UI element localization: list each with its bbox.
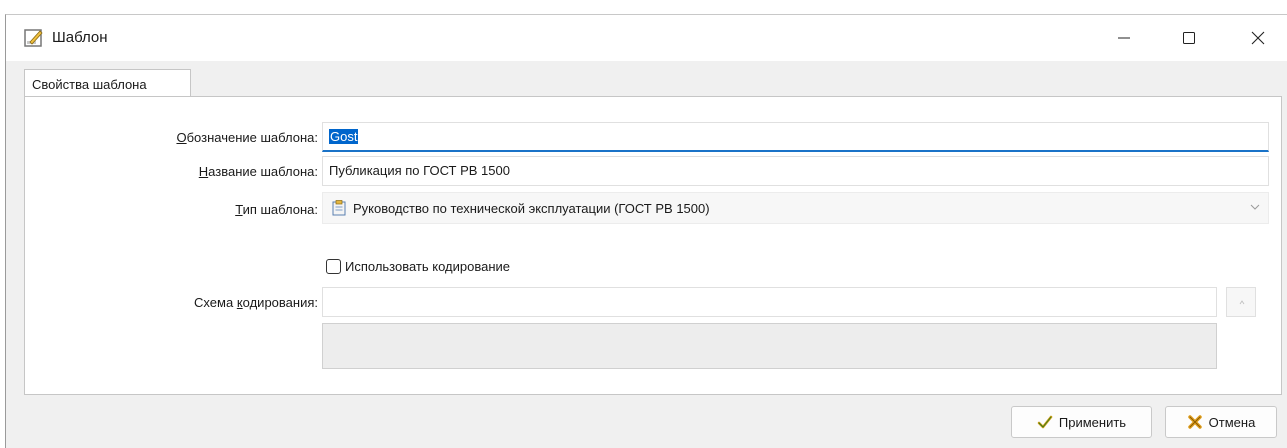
cancel-button[interactable]: Отмена	[1165, 406, 1277, 438]
properties-panel: Обозначение шаблона: Gost Название шабло…	[24, 96, 1282, 395]
apply-button[interactable]: Применить	[1011, 406, 1152, 438]
dialog-window: Шаблон Свойства шаблона Обозначение шабл…	[5, 14, 1287, 448]
background-strip	[0, 0, 1287, 14]
window-title: Шаблон	[52, 29, 108, 46]
close-icon	[1251, 31, 1265, 45]
name-input[interactable]: Публикация по ГОСТ РВ 1500	[322, 156, 1269, 186]
use-coding-checkbox[interactable]	[326, 259, 341, 274]
document-type-icon	[332, 200, 346, 216]
coding-scheme-browse-button[interactable]	[1226, 287, 1256, 317]
designation-input[interactable]: Gost	[322, 122, 1269, 152]
coding-scheme-preview	[322, 323, 1217, 369]
use-coding-label[interactable]: Использовать кодирование	[345, 259, 510, 274]
name-value: Публикация по ГОСТ РВ 1500	[329, 163, 510, 178]
cancel-x-icon	[1187, 415, 1202, 429]
ellipsis-icon	[1239, 300, 1245, 305]
checkmark-icon	[1037, 415, 1053, 429]
type-select[interactable]: Руководство по технической эксплуатации …	[322, 192, 1269, 224]
designation-label: Обозначение шаблона:	[176, 130, 318, 145]
title-bar: Шаблон	[6, 15, 1287, 61]
close-button[interactable]	[1235, 15, 1281, 61]
maximize-icon	[1183, 32, 1195, 44]
minimize-button[interactable]	[1101, 15, 1147, 61]
tab-bar: Свойства шаблона	[6, 61, 1287, 97]
template-icon	[24, 29, 43, 47]
tab-template-properties[interactable]: Свойства шаблона	[24, 69, 191, 97]
chevron-down-icon	[1250, 204, 1260, 210]
coding-scheme-label: Схема кодирования:	[194, 295, 318, 310]
minimize-icon	[1118, 37, 1130, 39]
name-label: Название шаблона:	[198, 164, 318, 179]
maximize-button[interactable]	[1166, 15, 1212, 61]
cancel-label: Отмена	[1208, 414, 1256, 430]
coding-scheme-input[interactable]	[322, 287, 1217, 317]
apply-label: Применить	[1058, 414, 1127, 430]
designation-value: Gost	[329, 129, 359, 144]
type-value: Руководство по технической эксплуатации …	[353, 201, 710, 216]
type-label: Тип шаблона:	[235, 202, 318, 217]
